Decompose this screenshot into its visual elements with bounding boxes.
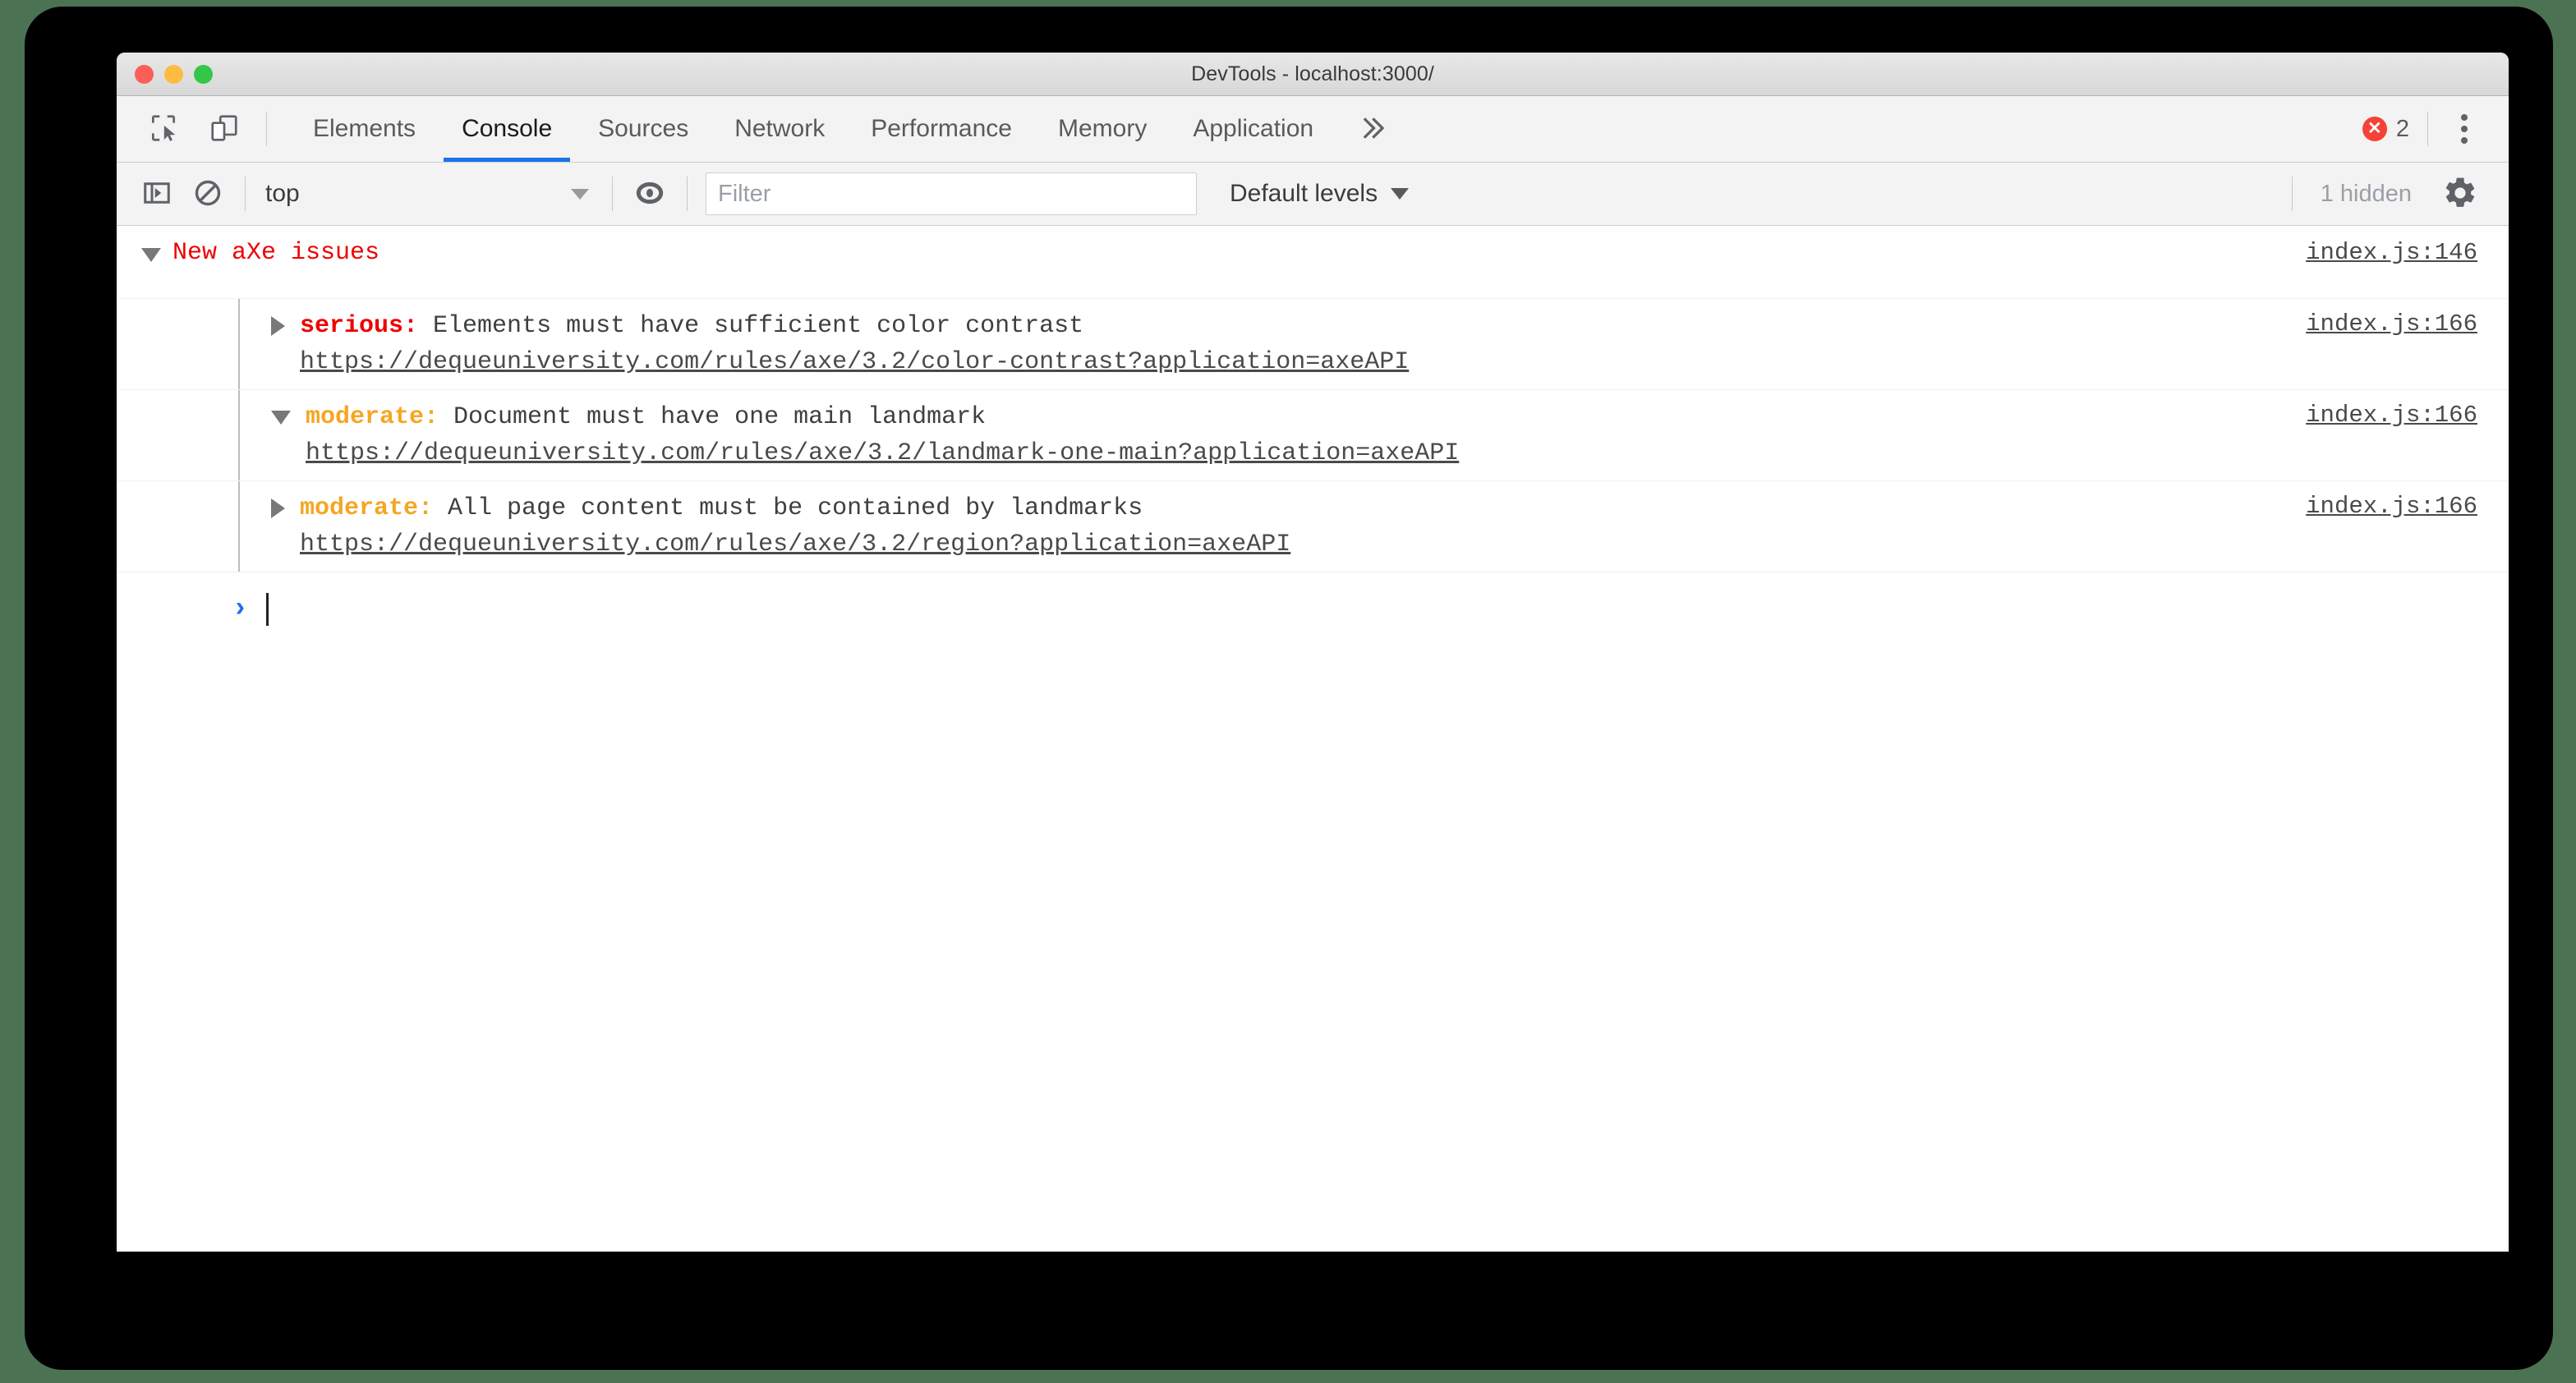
more-vertical-icon-dot <box>2461 137 2468 144</box>
console-toolbar-divider <box>245 177 246 211</box>
issue-message: Document must have one main landmark <box>453 403 987 431</box>
device-toolbar-icon <box>209 113 240 146</box>
text-cursor <box>266 593 269 626</box>
tabstrip-divider <box>2427 112 2428 146</box>
issue-expand-toggle[interactable] <box>271 411 291 425</box>
tab-sources[interactable]: Sources <box>575 96 711 162</box>
error-count: 2 <box>2395 115 2409 142</box>
group-collapse-toggle[interactable] <box>141 248 161 262</box>
console-settings-button[interactable] <box>2433 167 2487 221</box>
window-controls <box>135 53 213 95</box>
console-prompt-row[interactable]: › <box>117 572 2509 638</box>
tab-elements[interactable]: Elements <box>290 96 439 162</box>
chevron-double-right-icon <box>1358 113 1387 145</box>
issue-message: All page content must be contained by la… <box>448 494 1143 522</box>
gear-icon <box>2442 175 2478 214</box>
issue-content: moderate: All page content must be conta… <box>300 491 1290 562</box>
console-toolbar-divider-2 <box>612 177 613 211</box>
tab-network[interactable]: Network <box>711 96 848 162</box>
issue-headline: moderate: All page content must be conta… <box>300 491 1290 526</box>
console-toolbar: top Default levels 1 h <box>117 163 2509 226</box>
more-vertical-icon <box>2461 114 2468 121</box>
minimize-window-button[interactable] <box>164 64 183 84</box>
eye-icon <box>633 177 666 212</box>
window-titlebar: DevTools - localhost:3000/ <box>117 53 2509 96</box>
tab-console[interactable]: Console <box>439 96 575 162</box>
chevron-down-icon <box>1391 188 1410 200</box>
group-indent-line <box>238 390 240 480</box>
inspect-element-button[interactable] <box>133 96 194 162</box>
console-issue-row[interactable]: moderate: Document must have one main la… <box>117 390 2509 481</box>
source-link[interactable]: index.js:146 <box>2306 237 2477 269</box>
more-options-button[interactable] <box>2440 96 2489 162</box>
issue-impact: moderate: <box>306 403 439 431</box>
issue-headline: serious: Elements must have sufficient c… <box>300 309 1409 343</box>
issue-message: Elements must have sufficient color cont… <box>433 312 1084 340</box>
device-frame: DevTools - localhost:3000/ Elements Cons… <box>25 7 2553 1370</box>
issue-help-url[interactable]: https://dequeuniversity.com/rules/axe/3.… <box>300 345 1409 379</box>
filter-input[interactable] <box>706 172 1197 215</box>
issue-content: moderate: Document must have one main la… <box>306 400 1459 471</box>
error-badge-icon: ✕ <box>2362 117 2387 141</box>
console-message-area[interactable]: New aXe issues index.js:146 serious: Ele… <box>117 226 2509 1252</box>
group-indent-line <box>238 299 240 389</box>
source-link[interactable]: index.js:166 <box>2306 491 2477 522</box>
console-group-header[interactable]: New aXe issues index.js:146 <box>117 226 2509 299</box>
clear-console-button[interactable] <box>182 168 233 219</box>
issue-expand-toggle[interactable] <box>271 499 285 518</box>
issue-content: serious: Elements must have sufficient c… <box>300 309 1409 379</box>
toolbar-divider <box>266 112 267 146</box>
live-expression-button[interactable] <box>624 168 675 219</box>
issue-help-url[interactable]: https://dequeuniversity.com/rules/axe/3.… <box>306 436 1459 471</box>
console-toolbar-right: 1 hidden <box>2280 167 2509 221</box>
console-toolbar-divider-3 <box>687 177 688 211</box>
issue-help-url[interactable]: https://dequeuniversity.com/rules/axe/3.… <box>300 527 1290 562</box>
prompt-chevron-icon: › <box>232 594 249 625</box>
console-toolbar-divider-4 <box>2291 177 2293 211</box>
tab-memory[interactable]: Memory <box>1035 96 1170 162</box>
console-issue-row[interactable]: serious: Elements must have sufficient c… <box>117 299 2509 390</box>
tab-performance[interactable]: Performance <box>848 96 1035 162</box>
issue-expand-toggle[interactable] <box>271 316 285 336</box>
more-tabs-button[interactable] <box>1336 96 1409 162</box>
issue-impact: serious: <box>300 312 419 340</box>
device-toolbar-button[interactable] <box>194 96 255 162</box>
clear-console-icon <box>193 178 223 210</box>
execution-context-label: top <box>265 180 300 207</box>
group-indent-line <box>238 481 240 572</box>
log-levels-selector[interactable]: Default levels <box>1221 168 1417 219</box>
issue-impact: moderate: <box>300 494 434 522</box>
log-levels-label: Default levels <box>1230 180 1378 207</box>
execution-context-selector[interactable]: top <box>257 168 600 219</box>
console-group-title: New aXe issues <box>172 239 380 267</box>
chevron-down-icon <box>571 188 589 200</box>
console-issue-row[interactable]: moderate: All page content must be conta… <box>117 481 2509 572</box>
maximize-window-button[interactable] <box>194 64 213 84</box>
more-vertical-icon-dot <box>2461 126 2468 132</box>
tab-application[interactable]: Application <box>1170 96 1336 162</box>
tabstrip-right-controls: ✕ 2 <box>2356 96 2509 162</box>
source-link[interactable]: index.js:166 <box>2306 400 2477 431</box>
tab-list: Elements Console Sources Network Perform… <box>290 96 1336 162</box>
issue-headline: moderate: Document must have one main la… <box>306 400 1459 434</box>
error-counter[interactable]: ✕ 2 <box>2356 116 2416 143</box>
source-link[interactable]: index.js:166 <box>2306 309 2477 340</box>
hidden-messages-count: 1 hidden <box>2320 180 2412 207</box>
inspect-element-icon <box>148 113 179 146</box>
window-title: DevTools - localhost:3000/ <box>1191 62 1434 85</box>
close-window-button[interactable] <box>135 64 154 84</box>
devtools-window: DevTools - localhost:3000/ Elements Cons… <box>117 53 2509 1252</box>
console-sidebar-toggle-button[interactable] <box>131 168 182 219</box>
devtools-tabstrip: Elements Console Sources Network Perform… <box>117 96 2509 163</box>
console-sidebar-icon <box>142 178 172 210</box>
